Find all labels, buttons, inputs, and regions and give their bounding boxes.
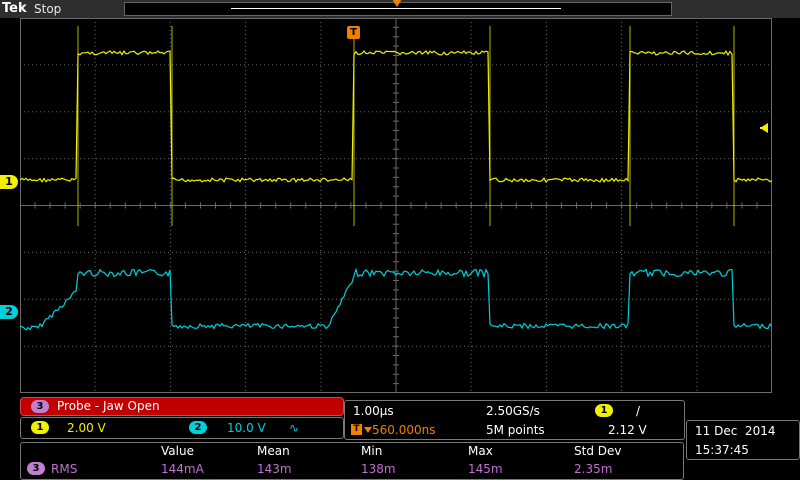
measurement-max: 145m [468, 462, 503, 476]
measurement-value: 144mA [161, 462, 204, 476]
datetime-panel: 11 Dec 2014 15:37:45 [686, 420, 800, 460]
ch2-badge: 2 [189, 421, 207, 434]
measurement-header-max: Max [468, 444, 493, 458]
ch1-badge: 1 [31, 421, 49, 434]
probe-label-bar[interactable]: 3 Probe - Jaw Open [20, 397, 344, 416]
ac-coupling-icon: ∿ [289, 421, 300, 435]
measurement-type[interactable]: RMS [51, 462, 77, 476]
brand-logo: Tek [2, 1, 27, 16]
measurement-mean: 143m [257, 462, 292, 476]
record-length[interactable]: 5M points [486, 423, 545, 437]
probe-label-text: Probe - Jaw Open [57, 399, 160, 413]
trigger-delay[interactable]: 560.000ns [372, 423, 435, 437]
measurement-channel-badge: 3 [27, 462, 45, 475]
measurement-header-mean: Mean [257, 444, 290, 458]
record-view-window [231, 8, 561, 9]
timebase-trigger-panel[interactable]: 1.00µs 2.50GS/s 1 / T 560.000ns 5M point… [344, 400, 685, 440]
measurement-std-dev: 2.35m [574, 462, 613, 476]
status-bar: Tek Stop [0, 0, 800, 18]
trigger-level[interactable]: 2.12 V [608, 423, 647, 437]
sample-rate: 2.50GS/s [486, 404, 540, 418]
time-text: 15:37:45 [695, 443, 749, 457]
acquisition-state[interactable]: Stop [34, 0, 61, 18]
measurement-header-std-dev: Std Dev [574, 444, 622, 458]
measurement-header-value: Value [161, 444, 194, 458]
trigger-position-icon [392, 0, 402, 7]
ch3-badge: 3 [31, 400, 49, 413]
ch1-offset-marker[interactable]: 1 [0, 175, 18, 189]
date-text: 11 Dec 2014 [695, 424, 776, 438]
trigger-level-arrow-icon[interactable] [760, 123, 768, 133]
ch1-scale[interactable]: 2.00 V [67, 418, 106, 438]
measurement-header-min: Min [361, 444, 383, 458]
ch2-scale[interactable]: 10.0 V [227, 418, 266, 438]
trigger-source-badge: 1 [595, 404, 613, 417]
measurement-panel[interactable]: Value Mean Min Max Std Dev 3 RMS 144mA 1… [20, 442, 684, 480]
channel-scale-panel[interactable]: 1 2.00 V 2 10.0 V ∿ [20, 417, 344, 439]
measurement-min: 138m [361, 462, 396, 476]
trigger-time-marker[interactable]: T [347, 26, 360, 39]
record-view-bar[interactable] [124, 0, 672, 16]
trigger-delay-arrow-icon [364, 427, 372, 433]
trigger-slope-icon: / [636, 404, 641, 418]
trigger-delay-icon: T [351, 424, 362, 435]
time-per-division[interactable]: 1.00µs [353, 404, 394, 418]
waveform-display[interactable] [20, 18, 772, 393]
ch2-offset-marker[interactable]: 2 [0, 305, 18, 319]
